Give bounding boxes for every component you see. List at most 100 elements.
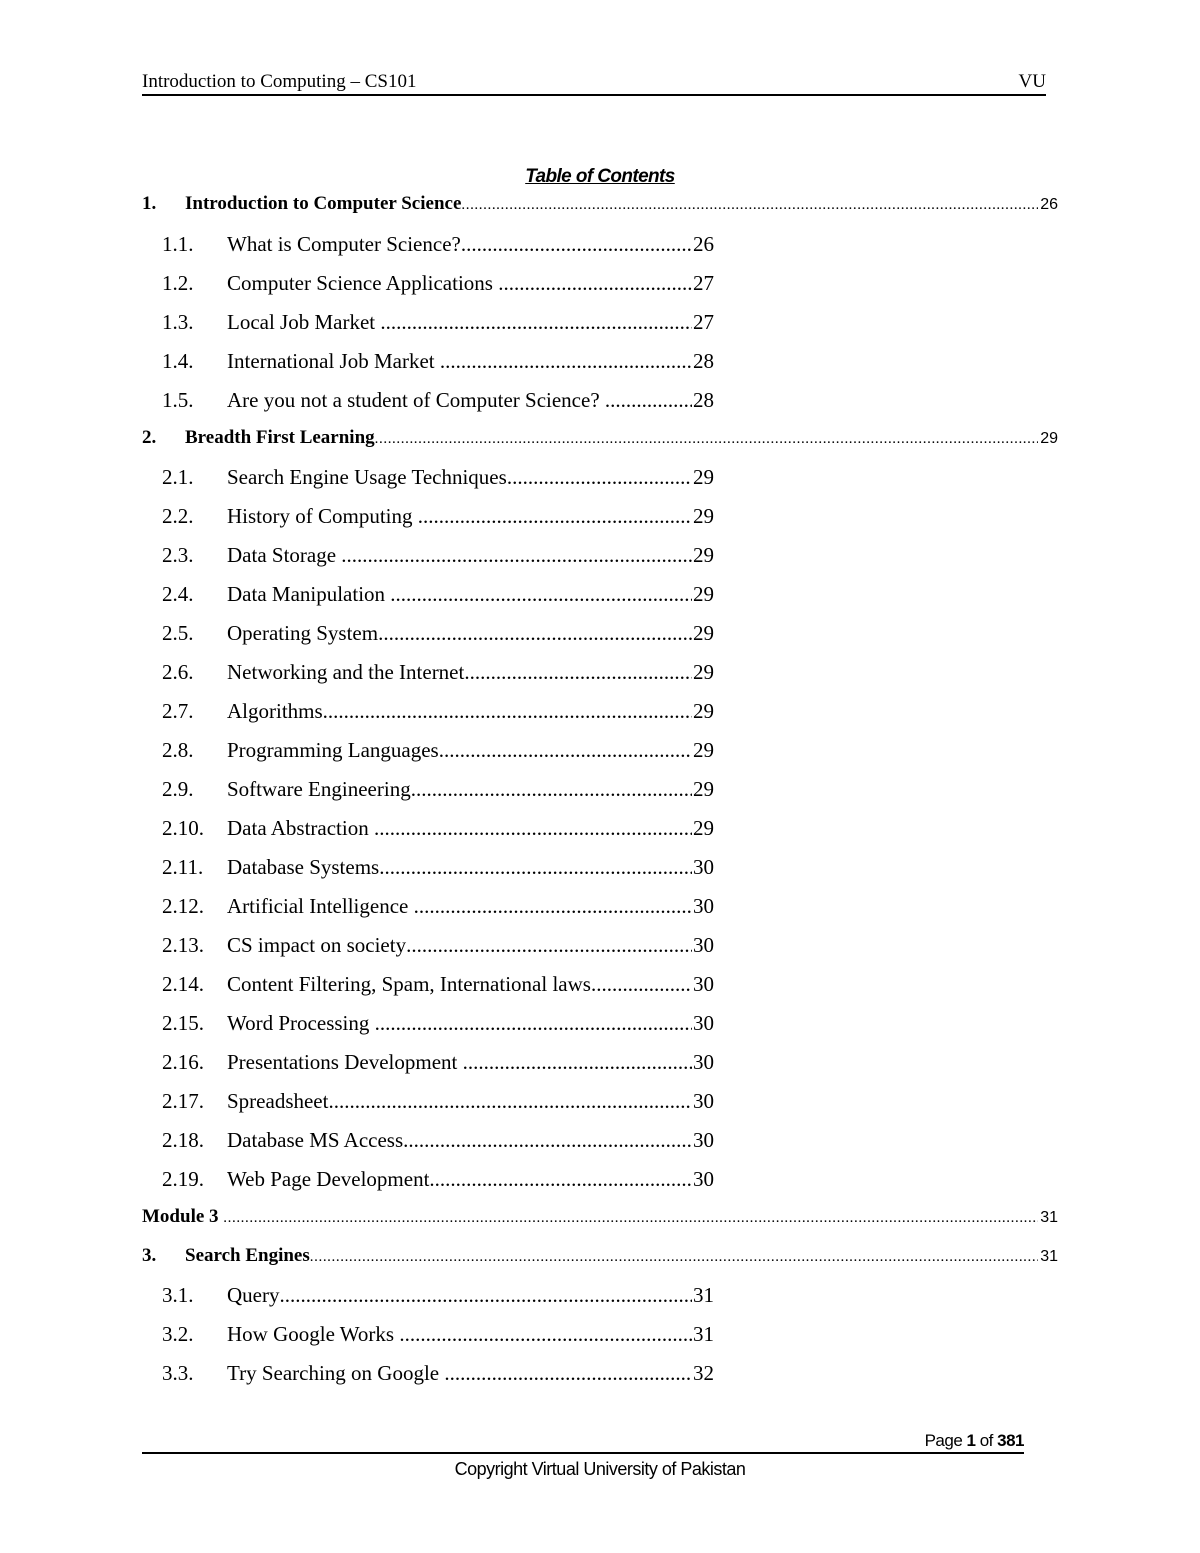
toc-subentry[interactable]: 2.17. Spreadsheet 30 (162, 1089, 714, 1119)
toc-entry-label: Presentations Development (227, 1050, 463, 1074)
toc-entry-page-number: 30 (693, 1011, 714, 1035)
toc-subentry[interactable]: 3.2. How Google Works 31 (162, 1322, 714, 1352)
toc-entry[interactable]: 2. Breadth First Learning 29 (142, 427, 1058, 457)
toc-entry[interactable]: 1. Introduction to Computer Science 26 (142, 193, 1058, 223)
toc-entry-number: 2.15. (162, 1011, 204, 1035)
toc-entry-page-number: 26 (693, 232, 714, 256)
toc-entry-label: CS impact on society (227, 933, 407, 957)
total-pages: 381 (997, 1431, 1024, 1450)
toc-subentry[interactable]: 2.9. Software Engineering 29 (162, 777, 714, 807)
toc-subentry[interactable]: 2.19. Web Page Development 30 (162, 1167, 714, 1197)
header-org: VU (1018, 71, 1046, 92)
toc-subentry[interactable]: 2.8. Programming Languages 29 (162, 738, 714, 768)
dot-leader (414, 894, 692, 919)
toc-entry-page-number: 30 (693, 894, 714, 918)
toc-entry-page-number: 29 (693, 816, 714, 840)
toc-entry-number: 2.1. (162, 465, 194, 489)
toc-subentry[interactable]: 2.2. History of Computing 29 (162, 504, 714, 534)
dot-leader (498, 271, 692, 296)
toc-module-entry[interactable]: Module 3 31 (142, 1206, 1058, 1236)
toc-subentry[interactable]: 2.3. Data Storage 29 (162, 543, 714, 573)
toc-entry-label: Introduction to Computer Science (185, 193, 462, 214)
toc-entry-number: 2.13. (162, 933, 204, 957)
toc-subentry[interactable]: 2.6. Networking and the Internet 29 (162, 660, 714, 690)
toc-entry-number: 1.5. (162, 388, 194, 412)
dot-leader (323, 699, 692, 724)
toc-subentry[interactable]: 2.14. Content Filtering, Spam, Internatio… (162, 972, 714, 1002)
toc-entry-number: 1.4. (162, 349, 194, 373)
toc-entry-label: Networking and the Internet (227, 660, 465, 684)
page-counter: Page 1 of 381 (925, 1431, 1025, 1451)
current-page: 1 (966, 1431, 976, 1450)
toc-entry-page-number: 29 (693, 660, 714, 684)
toc-entry-page-number: 31 (693, 1283, 714, 1307)
dot-leader (429, 1167, 692, 1192)
toc-entry-label: Try Searching on Google (227, 1361, 445, 1385)
toc-subentry[interactable]: 2.1. Search Engine Usage Techniques 29 (162, 465, 714, 495)
toc-entry[interactable]: 3. Search Engines 31 (142, 1245, 1058, 1275)
toc-subentry[interactable]: 2.11. Database Systems 30 (162, 855, 714, 885)
toc-subentry[interactable]: 1.3. Local Job Market 27 (162, 310, 714, 340)
toc-subentry[interactable]: 1.2. Computer Science Applications 27 (162, 271, 714, 301)
toc-entry-page-number: 30 (693, 1167, 714, 1191)
toc-entry-page-number: 29 (693, 504, 714, 528)
dot-leader (605, 388, 692, 413)
toc-entry-number: 2.11. (162, 855, 204, 879)
toc-entry-label: Breadth First Learning (185, 427, 375, 448)
dot-leader (464, 660, 692, 685)
toc-entry-page-number: 29 (693, 582, 714, 606)
toc-entry-page-number: 29 (1040, 430, 1058, 447)
toc-entry-page-number: 26 (1040, 196, 1058, 213)
toc-entry-label: Word Processing (227, 1011, 375, 1035)
toc-entry-number: 2.17. (162, 1089, 204, 1113)
toc-subentry[interactable]: 2.18. Database MS Access 30 (162, 1128, 714, 1158)
toc-entry-page-number: 31 (693, 1322, 714, 1346)
toc-entry-number: 3.1. (162, 1283, 194, 1307)
toc-subentry[interactable]: 2.10. Data Abstraction 29 (162, 816, 714, 846)
toc-entry-label: Query (227, 1283, 280, 1307)
toc-entry-page-number: 30 (693, 972, 714, 996)
toc-subentry[interactable]: 2.16. Presentations Development 30 (162, 1050, 714, 1080)
dot-leader (375, 431, 1039, 448)
toc-entry-number: 1.2. (162, 271, 194, 295)
toc-entry-page-number: 29 (693, 738, 714, 762)
dot-leader (403, 1128, 692, 1153)
toc-entry-label: Module 3 (142, 1206, 224, 1227)
toc-entry-label: Data Abstraction (227, 816, 374, 840)
toc-subentry[interactable]: 3.1. Query 31 (162, 1283, 714, 1313)
dot-leader (507, 465, 692, 490)
dot-leader (406, 933, 692, 958)
toc-entry-number: 2. (142, 427, 157, 448)
toc-entry-number: 3.3. (162, 1361, 194, 1385)
toc-entry-page-number: 29 (693, 621, 714, 645)
toc-entry-label: Database MS Access (227, 1128, 404, 1152)
toc-entry-label: Content Filtering, Spam, International l… (227, 972, 591, 996)
dot-leader (380, 310, 692, 335)
toc-entry-page-number: 31 (1040, 1209, 1058, 1226)
toc-entry-number: 2.10. (162, 816, 204, 840)
dot-leader (461, 232, 692, 257)
dot-leader (390, 582, 692, 607)
toc-entry-label: Are you not a student of Computer Scienc… (227, 388, 605, 412)
dot-leader (418, 504, 692, 529)
toc-entry-label: Computer Science Applications (227, 271, 499, 295)
toc-entry-page-number: 29 (693, 699, 714, 723)
dot-leader (439, 738, 692, 763)
toc-entry-label: International Job Market (227, 349, 440, 373)
toc-subentry[interactable]: 2.15. Word Processing 30 (162, 1011, 714, 1041)
toc-subentry[interactable]: 2.4. Data Manipulation 29 (162, 582, 714, 612)
toc-subentry[interactable]: 2.12. Artificial Intelligence 30 (162, 894, 714, 924)
toc-entry-page-number: 30 (693, 1128, 714, 1152)
toc-subentry[interactable]: 1.5. Are you not a student of Computer Sc… (162, 388, 714, 418)
toc-subentry[interactable]: 3.3. Try Searching on Google 32 (162, 1361, 714, 1391)
toc-entry-label: History of Computing (227, 504, 418, 528)
toc-subentry[interactable]: 1.4. International Job Market 28 (162, 349, 714, 379)
toc-entry-label: Programming Languages (227, 738, 439, 762)
toc-entry-label: Algorithms (227, 699, 323, 723)
dot-leader (463, 1050, 692, 1075)
toc-subentry[interactable]: 2.13. CS impact on society 30 (162, 933, 714, 963)
toc-entry-number: 2.16. (162, 1050, 204, 1074)
toc-subentry[interactable]: 2.5. Operating System 29 (162, 621, 714, 651)
toc-subentry[interactable]: 1.1. What is Computer Science? 26 (162, 232, 714, 262)
toc-subentry[interactable]: 2.7. Algorithms 29 (162, 699, 714, 729)
